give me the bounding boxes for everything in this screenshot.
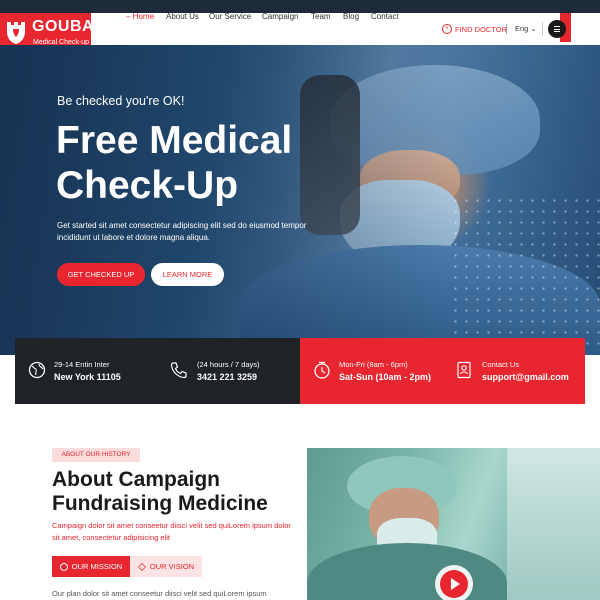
contact-card-icon	[457, 361, 471, 379]
top-bar	[0, 0, 600, 13]
tab-vision-label: OUR VISION	[149, 562, 195, 571]
hero-text: Get started sit amet consectetur adipisc…	[57, 221, 307, 242]
info-panel-dark: 29-14 Entin Inter New York 11105 (24 hou…	[15, 338, 300, 404]
hero-kicker: Be checked you're OK!	[57, 94, 185, 108]
find-doctor-label: FIND DOCTOR	[455, 24, 507, 34]
nav-item-home[interactable]: – Home	[126, 12, 154, 21]
info-address-line2: New York 11105	[54, 372, 121, 382]
brand-name: GOUBA	[32, 18, 95, 35]
divider	[506, 24, 507, 34]
info-hours-line2: Sat-Sun (10am - 2pm)	[339, 372, 432, 382]
hero-title: Free Medical Check-Up	[56, 119, 293, 207]
target-icon	[59, 562, 68, 571]
find-doctor-link[interactable]: + FIND DOCTOR	[442, 24, 507, 34]
tab-mission[interactable]: OUR MISSION	[52, 556, 130, 577]
section-badge: ABOUT OUR HISTORY	[52, 448, 140, 462]
language-select[interactable]: Eng ⌄	[515, 24, 537, 33]
about-image	[307, 448, 600, 600]
learn-more-button[interactable]: LEARN MORE	[151, 263, 224, 286]
about-lead: Campaign dolor sit amet conseetur diisci…	[52, 521, 291, 542]
info-contact-line2[interactable]: support@gmail.com	[482, 372, 569, 382]
info-panel-red: Mon-Fri (8am - 6pm) Sat-Sun (10am - 2pm)…	[300, 338, 585, 404]
about-title: About Campaign Fundraising Medicine	[52, 468, 268, 515]
about-body: Our plan dolor sit amet conseetur diisci…	[52, 589, 267, 598]
info-bar: 29-14 Entin Inter New York 11105 (24 hou…	[15, 338, 585, 404]
nav-item-campaign[interactable]: Campaign	[262, 12, 298, 21]
info-phone-line2[interactable]: 3421 221 3259	[197, 372, 257, 382]
dot-pattern	[450, 195, 600, 345]
doctor-icon: +	[442, 24, 452, 34]
globe-icon	[28, 361, 46, 379]
nav-item-about[interactable]: About Us	[166, 12, 199, 21]
shield-icon	[7, 22, 25, 44]
info-address-line1: 29-14 Entin Inter	[54, 360, 110, 369]
phone-icon	[170, 362, 187, 379]
nav-item-service[interactable]: Our Service	[209, 12, 251, 21]
menu-button[interactable]	[548, 20, 566, 38]
nav-item-contact[interactable]: Contact	[371, 12, 399, 21]
chevron-down-icon: ⌄	[530, 24, 537, 33]
tab-mission-label: OUR MISSION	[71, 562, 123, 571]
nav-item-blog[interactable]: Blog	[343, 12, 359, 21]
info-contact-line1: Contact Us	[482, 360, 520, 369]
nav-item-team[interactable]: Team	[311, 12, 331, 21]
clock-icon	[314, 361, 330, 379]
info-hours-line1: Mon-Fri (8am - 6pm)	[339, 360, 408, 369]
info-phone-line1: (24 hours / 7 days)	[197, 360, 260, 369]
get-checked-up-button[interactable]: GET CHECKED UP	[57, 263, 145, 286]
flask-icon	[137, 562, 146, 571]
tab-vision[interactable]: OUR VISION	[130, 556, 202, 577]
play-icon	[451, 578, 460, 590]
play-button[interactable]	[440, 570, 468, 598]
divider	[542, 22, 543, 36]
